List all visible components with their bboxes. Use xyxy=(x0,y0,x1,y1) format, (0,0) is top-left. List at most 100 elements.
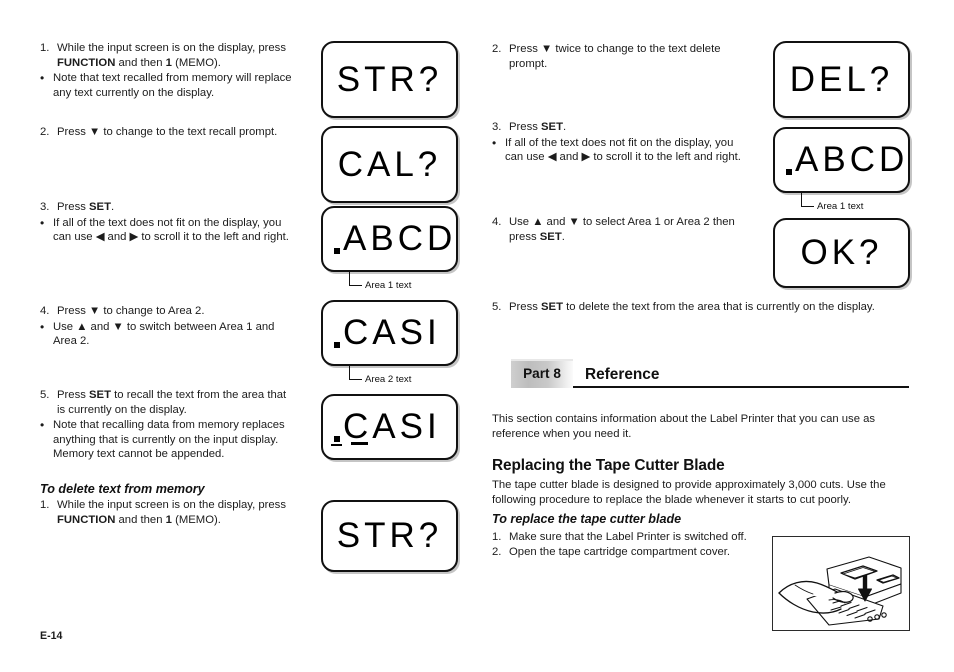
left-step-3: 3. Press SET. • If all of the text does … xyxy=(40,200,322,245)
part-number-tag: Part 8 xyxy=(511,359,573,388)
lcd-text: STR? xyxy=(336,516,443,555)
delete-step-1-number: 1. xyxy=(40,499,50,511)
function-key-label: FUNCTION xyxy=(57,56,116,69)
lcd-text: CASI xyxy=(343,407,441,446)
left-step-1: 1. While the input screen is on the disp… xyxy=(40,41,318,100)
delete-text-heading: To delete text from memory xyxy=(40,482,205,496)
delete-step-1-row: 1. While the input screen is on the disp… xyxy=(40,498,322,527)
bullet-icon: • xyxy=(40,215,45,230)
part-title-rule: Reference xyxy=(573,365,909,388)
left-step-1-row: 1. While the input screen is on the disp… xyxy=(40,41,318,70)
lcd-display-del-prompt: DEL? xyxy=(773,41,910,118)
right-step-2-number: 2. xyxy=(492,43,502,55)
right-step-5-text: Press SET to delete the text from the ar… xyxy=(509,301,875,313)
callout-leader-horizontal xyxy=(801,206,814,208)
lcd-text: CAL? xyxy=(337,144,442,184)
left-step-4: 4. Press ▼ to change to Area 2. • Use ▲ … xyxy=(40,304,322,349)
function-key-label: FUNCTION xyxy=(57,513,116,526)
left-step-2-text: Press ▼ to change to the text recall pro… xyxy=(57,126,278,138)
left-step-5-text: Press SET to recall the text from the ar… xyxy=(57,389,287,416)
left-note-5: • Note that recalling data from memory r… xyxy=(40,418,322,462)
left-step-2-row: 2. Press ▼ to change to the text recall … xyxy=(40,125,318,140)
left-step-4-number: 4. xyxy=(40,305,50,317)
reference-intro-line-1: This section contains information about … xyxy=(492,413,876,425)
right-step-3: 3. Press SET. • If all of the text does … xyxy=(492,120,764,165)
left-step-2: 2. Press ▼ to change to the text recall … xyxy=(40,125,318,140)
left-note-1: • Note that text recalled from memory wi… xyxy=(40,71,318,100)
set-key-label: SET xyxy=(89,389,111,401)
lcd-text: STR? xyxy=(336,59,443,99)
replace-step-2-number: 2. xyxy=(492,545,502,558)
left-step-1-text: While the input screen is on the display… xyxy=(57,42,286,69)
left-step-2-number: 2. xyxy=(40,126,50,138)
right-step-2-text: Press ▼ twice to change to the text dele… xyxy=(509,43,721,70)
right-step-4: 4. Use ▲ and ▼ to select Area 1 or Area … xyxy=(492,215,764,244)
bullet-icon: • xyxy=(492,135,497,150)
manual-page: 1. While the input screen is on the disp… xyxy=(0,0,954,672)
cutter-blade-heading: Replacing the Tape Cutter Blade xyxy=(492,457,725,474)
left-step-5-row: 5. Press SET to recall the text from the… xyxy=(40,388,322,417)
right-note-3-text: If all of the text does not fit on the d… xyxy=(505,136,741,164)
lcd-display-area2-casi: CASI xyxy=(321,300,458,366)
lcd-text: OK? xyxy=(800,233,883,272)
reference-intro-line-2: reference when you need it. xyxy=(492,427,632,440)
callout-label: Area 2 text xyxy=(365,374,412,385)
bullet-icon: • xyxy=(40,418,45,433)
left-step-3-number: 3. xyxy=(40,201,50,213)
set-key-label: SET xyxy=(541,301,563,313)
set-key-label: SET xyxy=(539,230,562,243)
lcd-text: ABCD xyxy=(795,140,909,179)
callout-label: Area 1 text xyxy=(817,201,864,212)
callout-leader-vertical xyxy=(349,366,351,380)
left-step-5-number: 5. xyxy=(40,389,50,401)
right-step-2: 2. Press ▼ twice to change to the text d… xyxy=(492,42,760,71)
lcd-display-cal-prompt: CAL? xyxy=(321,126,458,203)
left-note-1-text: Note that text recalled from memory will… xyxy=(53,72,292,99)
replace-step-1-text: Make sure that the Label Printer is swit… xyxy=(509,531,747,543)
bullet-icon: • xyxy=(40,71,45,86)
left-note-5-text: Note that recalling data from memory rep… xyxy=(53,419,285,461)
set-key-label: SET xyxy=(541,121,563,133)
right-step-5-number: 5. xyxy=(492,301,502,313)
part-title: Reference xyxy=(585,366,660,383)
callout-area-1-text-right: Area 1 text xyxy=(801,193,931,215)
lcd-display-ok-prompt: OK? xyxy=(773,218,910,288)
replace-step-2: 2. Open the tape cartridge compartment c… xyxy=(492,545,767,560)
lcd-display-str-prompt-2: STR? xyxy=(321,500,458,572)
left-note-4-text: Use ▲ and ▼ to switch between Area 1 and… xyxy=(53,320,275,348)
replace-step-1: 1. Make sure that the Label Printer is s… xyxy=(492,530,767,545)
reference-intro: This section contains information about … xyxy=(492,412,916,441)
left-step-4-text: Press ▼ to change to Area 2. xyxy=(57,305,205,317)
left-step-1-number: 1. xyxy=(40,42,50,54)
left-note-4: • Use ▲ and ▼ to switch between Area 1 a… xyxy=(40,320,322,349)
lcd-display-area1-abcd-right: ABCD xyxy=(773,127,910,193)
left-note-3: • If all of the text does not fit on the… xyxy=(40,216,322,245)
callout-label: Area 1 text xyxy=(365,280,412,291)
cutter-blade-body: The tape cutter blade is designed to pro… xyxy=(492,478,916,507)
cutter-body-line-1: The tape cutter blade is designed to pro… xyxy=(492,479,886,491)
part-banner: Part 8 Reference xyxy=(511,357,909,388)
left-step-3-text: Press SET. xyxy=(57,201,115,213)
callout-area-1-text-left: Area 1 text xyxy=(349,272,479,294)
delete-step-1: 1. While the input screen is on the disp… xyxy=(40,498,322,527)
lcd-display-casi-with-cursor: CASI xyxy=(321,394,458,460)
replace-blade-steps: 1. Make sure that the Label Printer is s… xyxy=(492,530,767,559)
delete-step-1-text: While the input screen is on the display… xyxy=(57,499,286,526)
right-step-4-number: 4. xyxy=(492,216,502,228)
replace-blade-heading: To replace the tape cutter blade xyxy=(492,512,682,526)
replace-step-2-text: Open the tape cartridge compartment cove… xyxy=(509,545,731,558)
right-note-3: • If all of the text does not fit on the… xyxy=(492,136,764,165)
lcd-text: DEL? xyxy=(789,59,894,99)
right-step-3-text: Press SET. xyxy=(509,121,567,133)
left-note-3-text: If all of the text does not fit on the d… xyxy=(53,216,289,244)
right-step-3-number: 3. xyxy=(492,121,502,133)
bullet-icon: • xyxy=(40,319,45,334)
lcd-display-area1-abcd: ABCD xyxy=(321,206,458,272)
right-step-5: 5. Press SET to delete the text from the… xyxy=(492,300,912,315)
set-key-label: SET xyxy=(89,201,111,213)
callout-leader-horizontal xyxy=(349,285,362,287)
lcd-display-str-prompt: STR? xyxy=(321,41,458,118)
replace-step-1-number: 1. xyxy=(492,531,502,543)
left-step-5: 5. Press SET to recall the text from the… xyxy=(40,388,322,462)
callout-leader-vertical xyxy=(801,193,803,207)
